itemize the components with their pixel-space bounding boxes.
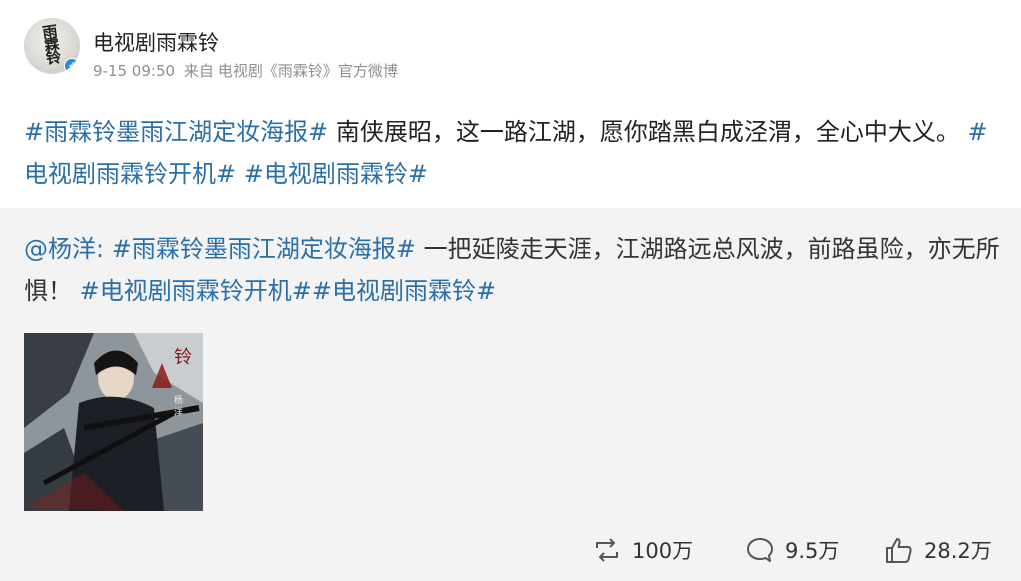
hashtag-link[interactable]: #雨霖铃墨雨江湖定妆海报# <box>112 235 416 263</box>
repost-icon <box>596 538 618 562</box>
hashtag-link[interactable]: #雨霖铃墨雨江湖定妆海报# <box>24 118 328 146</box>
post-body-text: 南侠展昭，这一路江湖，愿你踏黑白成泾渭，全心中大义。 <box>328 118 960 146</box>
svg-text:杨: 杨 <box>174 394 183 406</box>
poster-illustration: 铃 杨 洋 <box>24 333 203 511</box>
mention-link[interactable]: @杨洋 <box>24 235 96 263</box>
mention-colon: : <box>96 235 112 263</box>
repost-text: @杨洋: #雨霖铃墨雨江湖定妆海报# 一把延陵走天涯，江湖路远总风波，前路虽险，… <box>24 228 1004 312</box>
like-button[interactable]: 28.2万 <box>884 530 992 570</box>
svg-text:洋: 洋 <box>174 406 183 418</box>
like-count: 28.2万 <box>924 539 992 563</box>
hashtag-link[interactable]: #电视剧雨霖铃# <box>312 277 496 305</box>
reposted-content: @杨洋: #雨霖铃墨雨江湖定妆海报# 一把延陵走天涯，江湖路远总风波，前路虽险，… <box>0 208 1021 581</box>
post-time[interactable]: 9-15 09:50 <box>93 62 175 80</box>
post-actions: 100万 9.5万 28.2万 <box>592 530 992 570</box>
comment-icon <box>747 538 773 562</box>
author-name[interactable]: 电视剧雨霖铃 <box>93 27 219 57</box>
post-header: 雨霖铃 ✓ 电视剧雨霖铃 9-15 09:50 来自 电视剧《雨霖铃》官方微博 <box>24 18 984 88</box>
post-meta: 9-15 09:50 来自 电视剧《雨霖铃》官方微博 <box>93 60 402 81</box>
comment-button[interactable]: 9.5万 <box>745 530 839 570</box>
avatar[interactable]: 雨霖铃 ✓ <box>24 18 80 74</box>
comment-count: 9.5万 <box>785 539 840 563</box>
poster-image[interactable]: 铃 杨 洋 <box>24 333 203 511</box>
source-prefix: 来自 <box>183 62 214 80</box>
repost-button[interactable]: 100万 <box>592 530 693 570</box>
hashtag-link[interactable]: #电视剧雨霖铃# <box>244 160 428 188</box>
hashtag-link[interactable]: #电视剧雨霖铃开机# <box>80 277 312 305</box>
post-source[interactable]: 电视剧《雨霖铃》官方微博 <box>218 62 398 80</box>
like-icon <box>886 538 912 563</box>
post-text: #雨霖铃墨雨江湖定妆海报# 南侠展昭，这一路江湖，愿你踏黑白成泾渭，全心中大义。… <box>24 111 1004 195</box>
verified-badge-icon: ✓ <box>64 58 80 74</box>
svg-text:铃: 铃 <box>174 347 192 368</box>
repost-count: 100万 <box>632 539 694 563</box>
